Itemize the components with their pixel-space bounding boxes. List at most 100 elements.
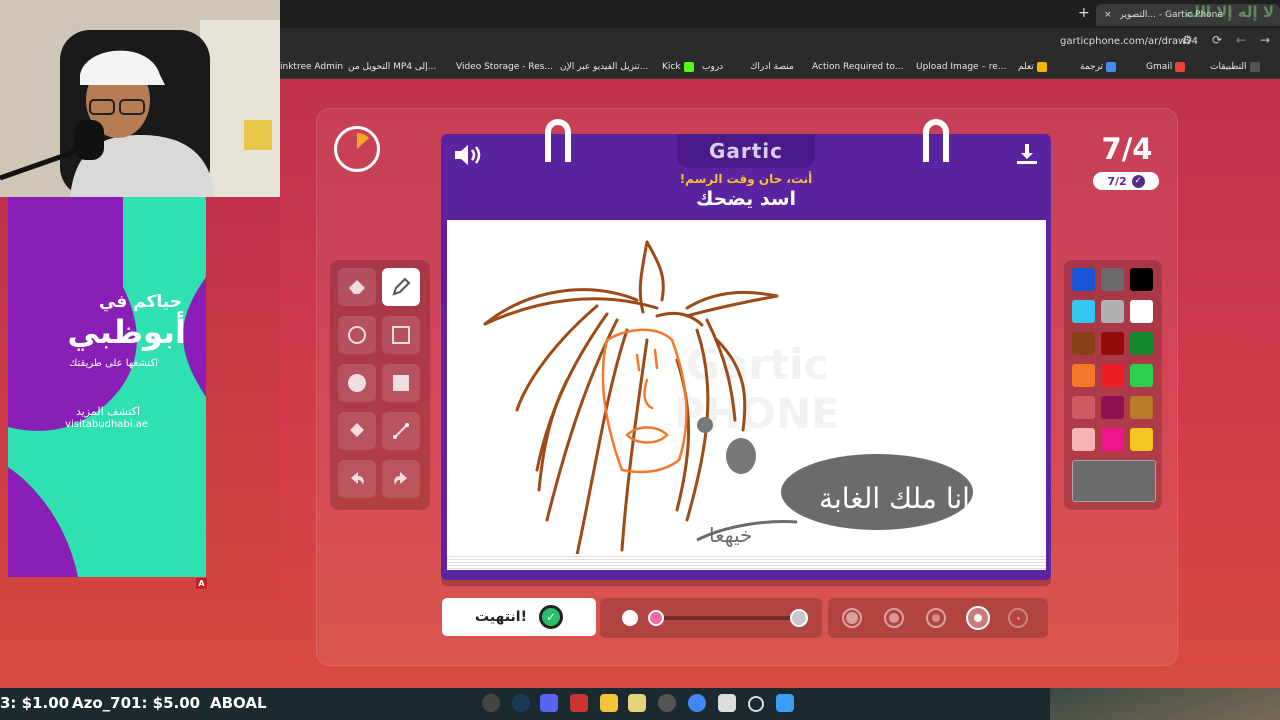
- color-swatch[interactable]: [1130, 428, 1153, 451]
- done-count-badge: 7/2 ✓: [1093, 172, 1159, 190]
- windows-start-icon[interactable]: [776, 694, 794, 712]
- round-counter: 7/4: [1101, 132, 1153, 166]
- color-swatch[interactable]: [1130, 396, 1153, 419]
- done-label: انتهيت!: [475, 609, 527, 625]
- drawing-text-main: انا ملك الغابة: [819, 482, 970, 515]
- bucket-tool-button[interactable]: [338, 412, 376, 450]
- color-swatch[interactable]: [1072, 396, 1095, 419]
- bookmark-mp4-convert[interactable]: التحويل من MP4 إلى...: [348, 60, 436, 74]
- donation-ticker-1: 3: $1.00: [0, 694, 70, 712]
- rect-fill-tool-button[interactable]: [382, 364, 420, 402]
- opacity-option-25[interactable]: [966, 606, 990, 630]
- color-palette: [1064, 260, 1162, 510]
- new-tab-button[interactable]: +: [1078, 5, 1090, 21]
- drawing-canvas[interactable]: Gartic PHONE انا ملك الغابة خيهعا: [447, 220, 1046, 568]
- obs-icon[interactable]: [658, 694, 676, 712]
- color-swatch[interactable]: [1072, 364, 1095, 387]
- color-swatch[interactable]: [1101, 364, 1124, 387]
- redo-tool-button[interactable]: [382, 460, 420, 498]
- bookmark-droob[interactable]: دروب: [702, 60, 723, 74]
- color-swatch[interactable]: [1130, 268, 1153, 291]
- color-swatch[interactable]: [1101, 332, 1124, 355]
- color-swatch[interactable]: [1072, 268, 1095, 291]
- size-slider-track[interactable]: [656, 616, 792, 620]
- reload-icon[interactable]: ⟳: [1212, 33, 1222, 47]
- bookmark-upload-image[interactable]: Upload Image – re...: [916, 60, 1006, 74]
- ad-url[interactable]: visitabudhabi.ae: [8, 419, 148, 430]
- opacity-option-50[interactable]: [926, 608, 946, 628]
- bookmark-apps[interactable]: التطبيقات: [1210, 60, 1260, 74]
- bookmark-label: Gmail: [1146, 62, 1173, 72]
- site-settings-icon[interactable]: ⚙: [1182, 33, 1193, 47]
- opacity-option-10[interactable]: [1008, 608, 1028, 628]
- speaker-icon: [455, 145, 481, 165]
- search-icon[interactable]: [748, 696, 764, 712]
- gartic-logo: Gartic: [708, 139, 784, 163]
- pencil-tool-button[interactable]: [382, 268, 420, 306]
- circle-fill-icon: [348, 374, 366, 392]
- voicemeeter-icon[interactable]: [570, 694, 588, 712]
- color-swatch[interactable]: [1101, 300, 1124, 323]
- ad-cta[interactable]: اكتشف المزيد: [8, 405, 140, 418]
- color-swatch[interactable]: [1101, 396, 1124, 419]
- bookmark-translate[interactable]: ترجمة: [1080, 60, 1117, 74]
- color-swatch[interactable]: [1130, 300, 1153, 323]
- bookmark-edraak[interactable]: منصة ادراك: [750, 60, 794, 74]
- overlay-text: لا إله إلا الله: [1185, 3, 1275, 21]
- bucket-icon: [350, 423, 364, 437]
- size-slider-handle[interactable]: [648, 610, 664, 626]
- eraser-icon: [349, 280, 365, 294]
- color-swatch[interactable]: [1101, 428, 1124, 451]
- steam-icon[interactable]: [512, 694, 530, 712]
- discord-icon[interactable]: [540, 694, 558, 712]
- opacity-option-100[interactable]: [842, 608, 862, 628]
- webcam-overlay: [0, 0, 280, 197]
- ad-brand: أبوظبي: [67, 313, 186, 351]
- bookmark-action-required[interactable]: Action Required to...: [812, 60, 903, 74]
- abu-dhabi-ad[interactable]: حياكم في أبوظبي اكتشفها على طريقتك اكتشف…: [8, 197, 206, 577]
- back-icon[interactable]: ←: [1236, 33, 1246, 47]
- rect-outline-tool-button[interactable]: [382, 316, 420, 354]
- bookmark-linktree[interactable]: inktree Admin: [280, 60, 343, 74]
- circle-fill-tool-button[interactable]: [338, 364, 376, 402]
- bookmark-learn[interactable]: تعلم: [1018, 60, 1047, 74]
- done-count: 7/2: [1107, 174, 1127, 188]
- color-swatch[interactable]: [1101, 268, 1124, 291]
- forward-icon[interactable]: →: [1260, 33, 1270, 47]
- bookmark-kick[interactable]: Kick: [662, 60, 694, 74]
- bookmark-video-storage[interactable]: Video Storage - Res...: [456, 60, 553, 74]
- taskbar-app-1-icon[interactable]: [482, 694, 500, 712]
- apps-grid-icon: [1249, 62, 1260, 72]
- ad-tagline: اكتشفها على طريقتك: [69, 358, 158, 369]
- bookmark-label: تنزيل الفيديو عبر الإن...: [560, 62, 649, 72]
- color-swatch[interactable]: [1072, 300, 1095, 323]
- tab-close-icon[interactable]: ×: [1104, 10, 1112, 20]
- color-swatch[interactable]: [1072, 332, 1095, 355]
- eraser-tool-button[interactable]: [338, 268, 376, 306]
- chrome-icon[interactable]: [688, 694, 706, 712]
- bookmark-gmail[interactable]: Gmail: [1146, 60, 1186, 74]
- file-explorer-icon[interactable]: [600, 694, 618, 712]
- canvas-page-edge: [447, 554, 1046, 570]
- download-button[interactable]: [1015, 142, 1041, 170]
- opacity-option-75[interactable]: [884, 608, 904, 628]
- color-swatch[interactable]: [1130, 332, 1153, 355]
- line-tool-button[interactable]: [382, 412, 420, 450]
- redo-icon: [394, 472, 407, 485]
- bookmark-label: Action Required to...: [812, 62, 904, 72]
- drawing-text-secondary: خيهعا: [709, 523, 752, 547]
- notes-icon[interactable]: [628, 694, 646, 712]
- url-text[interactable]: garticphone.com/ar/draw?4: [1060, 36, 1198, 47]
- app-window-icon[interactable]: [718, 694, 736, 712]
- done-button[interactable]: انتهيت! ✓: [442, 598, 596, 636]
- color-swatch[interactable]: [1130, 364, 1153, 387]
- rect-fill-icon: [393, 375, 409, 391]
- logo-tab: Gartic: [677, 134, 815, 168]
- color-swatch[interactable]: [1072, 428, 1095, 451]
- sound-button[interactable]: [453, 142, 483, 170]
- donation-ticker-2: Azo_701: $5.00: [72, 694, 201, 712]
- bookmark-label: Video Storage - Res...: [456, 62, 553, 72]
- circle-outline-tool-button[interactable]: [338, 316, 376, 354]
- undo-tool-button[interactable]: [338, 460, 376, 498]
- bookmark-video-download[interactable]: تنزيل الفيديو عبر الإن...: [560, 60, 648, 74]
